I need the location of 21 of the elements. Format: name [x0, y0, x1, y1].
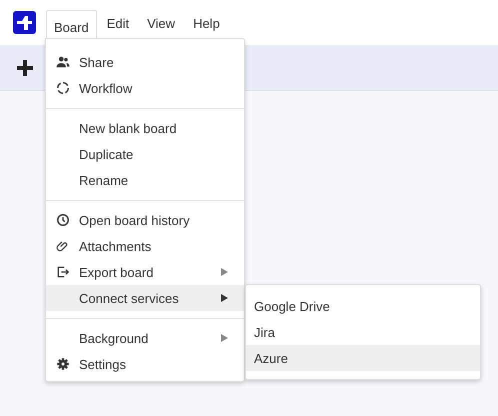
menu-item[interactable]: Background: [46, 325, 244, 351]
menu-item[interactable]: Workflow: [46, 75, 244, 101]
clock-icon: [56, 213, 70, 227]
export-icon: [56, 265, 70, 279]
users-icon: [56, 55, 70, 69]
menu-item[interactable]: Open board history: [46, 207, 244, 233]
menu-item[interactable]: Rename: [46, 167, 244, 193]
menu-item[interactable]: Jira: [246, 319, 480, 345]
menu-item[interactable]: Google Drive: [246, 293, 480, 319]
refresh-icon: [56, 81, 70, 95]
plus-icon[interactable]: [17, 60, 33, 76]
logo-icon: [13, 11, 36, 34]
menu-item[interactable]: Export board: [46, 259, 244, 285]
settings-icon: [56, 357, 70, 371]
menu-item[interactable]: Duplicate: [46, 141, 244, 167]
menu-item[interactable]: Settings: [46, 351, 244, 377]
menu-item[interactable]: Connect services: [46, 285, 244, 311]
menu-item[interactable]: Azure: [246, 345, 480, 371]
menu-item[interactable]: Attachments: [46, 233, 244, 259]
paperclip-icon: [56, 239, 70, 253]
menu-item[interactable]: New blank board: [46, 115, 244, 141]
